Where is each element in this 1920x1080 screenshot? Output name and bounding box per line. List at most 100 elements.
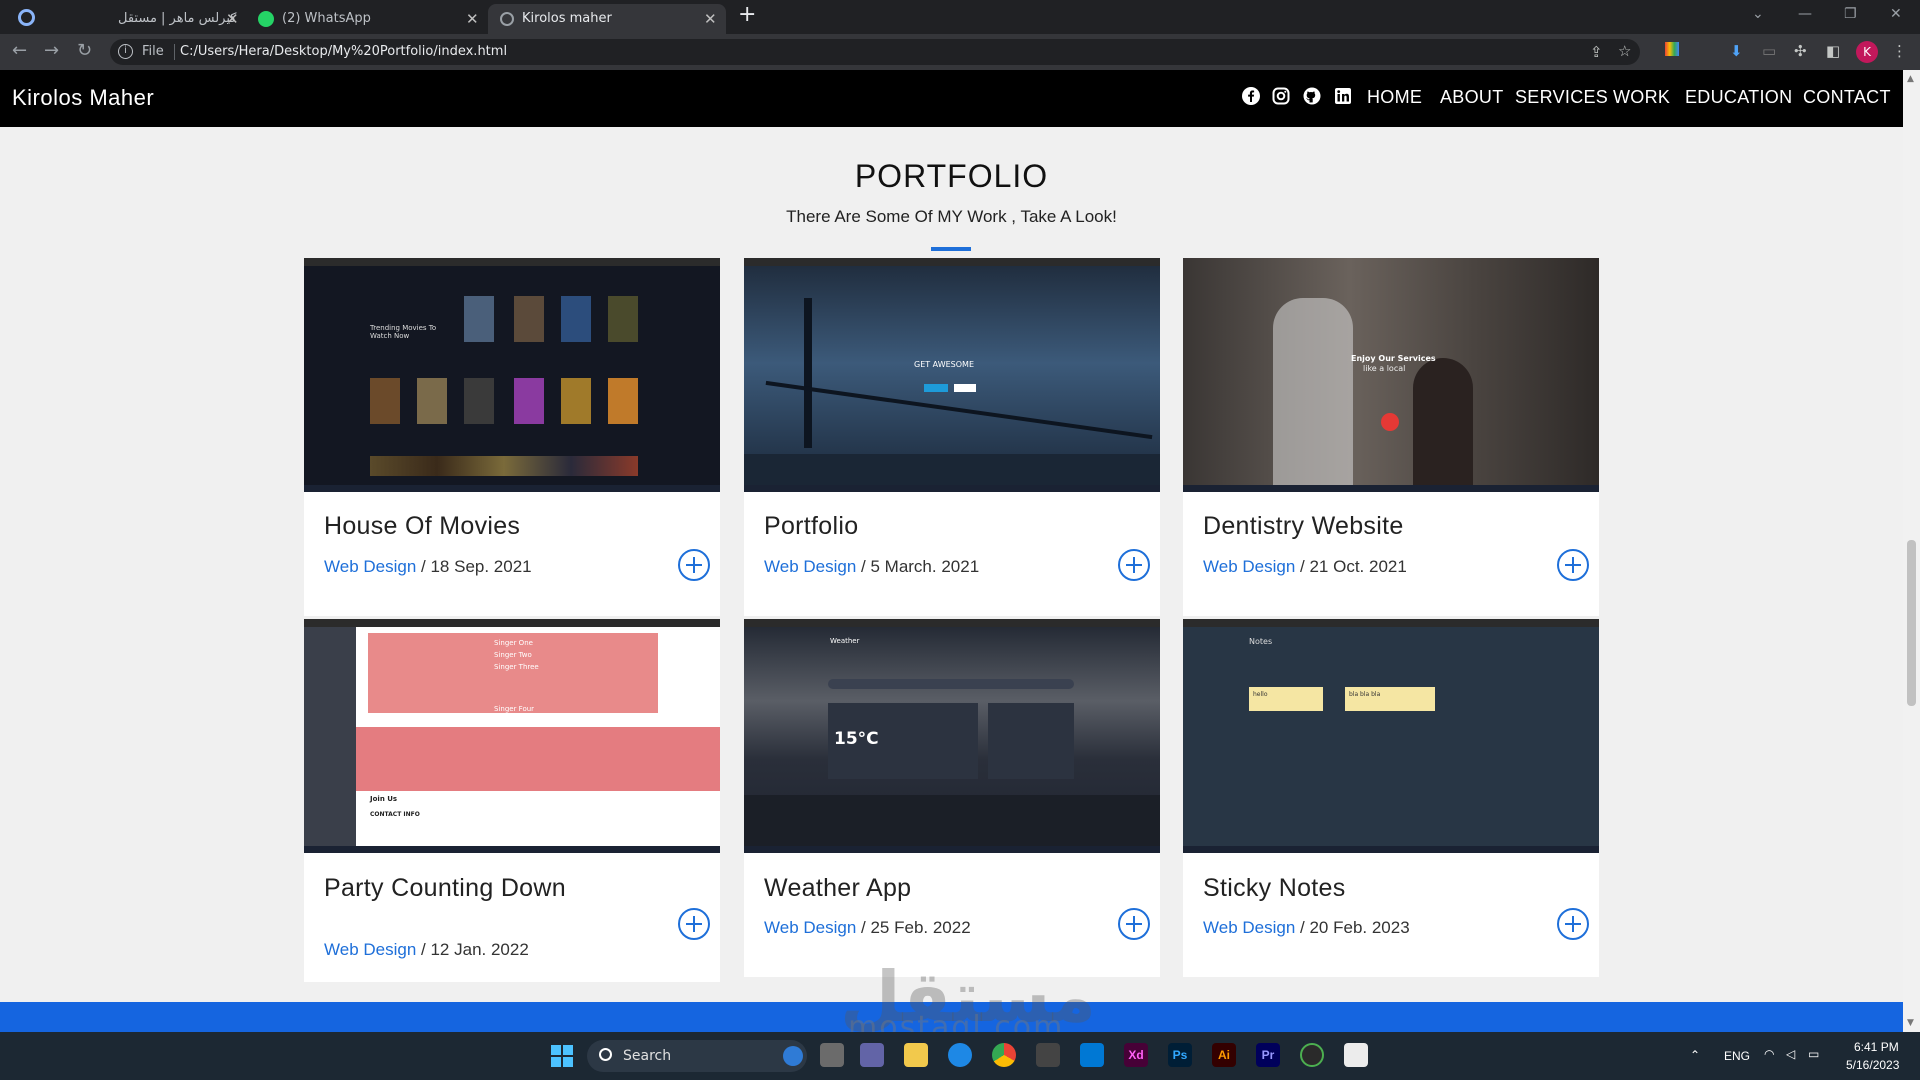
close-icon[interactable]: ✕ [704,4,717,34]
back-icon[interactable]: ← [12,40,27,61]
nav-home[interactable]: HOME [1367,87,1422,108]
card-date: / 18 Sep. 2021 [421,557,532,576]
project-thumbnail[interactable]: Singer One Singer Two Singer Three Singe… [304,619,720,853]
windows-start-icon[interactable] [551,1045,573,1067]
portfolio-card-party[interactable]: Singer One Singer Two Singer Three Singe… [304,619,720,982]
file-explorer-icon[interactable] [904,1043,928,1067]
card-title[interactable]: Sticky Notes [1203,874,1346,902]
premiere-icon[interactable]: Pr [1256,1043,1280,1067]
card-title[interactable]: Dentistry Website [1203,512,1404,540]
close-icon[interactable]: ✕ [226,4,239,34]
restore-icon[interactable]: ❐ [1844,6,1857,22]
page-scrollbar[interactable]: ▲ ▼ [1903,70,1920,1032]
project-thumbnail[interactable]: Enjoy Our Services like a local [1183,258,1599,492]
project-thumbnail[interactable]: Notes hello bla bla bla [1183,619,1599,853]
share-icon[interactable]: ⇪ [1590,43,1603,61]
scroll-up-icon[interactable]: ▲ [1907,74,1914,84]
card-title[interactable]: Weather App [764,874,911,902]
minimize-icon[interactable]: — [1798,6,1812,22]
star-icon[interactable]: ☆ [1618,42,1631,60]
url-text[interactable]: C:/Users/Hera/Desktop/My%20Portfolio/ind… [180,44,507,59]
info-icon[interactable]: i [118,44,133,59]
plus-circle-icon[interactable] [1557,549,1589,581]
address-bar[interactable]: i File C:/Users/Hera/Desktop/My%20Portfo… [110,39,1640,65]
forward-icon[interactable]: → [44,40,59,61]
tab-whatsapp[interactable]: (2) WhatsApp ✕ [258,4,480,34]
volume-icon[interactable]: ◁ [1786,1047,1795,1061]
close-window-icon[interactable]: ✕ [1890,6,1902,22]
category-link[interactable]: Web Design [764,557,856,576]
sticky-note-text: hello [1253,691,1268,698]
facebook-icon[interactable] [1242,87,1260,105]
portfolio-card-dentistry[interactable]: Enjoy Our Services like a local Dentistr… [1183,258,1599,616]
close-icon[interactable]: ✕ [466,4,479,34]
instagram-icon[interactable] [1272,87,1290,105]
category-link[interactable]: Web Design [764,918,856,937]
plus-circle-icon[interactable] [1118,908,1150,940]
tab-kirolos[interactable]: Kirolos maher ✕ [488,4,726,34]
store-icon[interactable] [1036,1043,1060,1067]
card-title[interactable]: House Of Movies [324,512,520,540]
battery-icon[interactable]: ▭ [1808,1047,1819,1061]
teams-icon[interactable] [860,1043,884,1067]
menu-dots-icon[interactable]: ⋮ [1892,42,1907,60]
project-thumbnail[interactable]: Weather 15°C [744,619,1160,853]
card-title[interactable]: Portfolio [764,512,858,540]
photoshop-icon[interactable]: Ps [1168,1043,1192,1067]
xd-icon[interactable]: Xd [1124,1043,1148,1067]
vscode-icon[interactable] [1080,1043,1104,1067]
nav-services[interactable]: SERVICES [1515,87,1608,108]
extension-icon[interactable] [1665,42,1679,56]
nav-work[interactable]: WORK [1613,87,1670,108]
nav-education[interactable]: EDUCATION [1685,87,1792,108]
download-icon[interactable]: ⬇ [1730,42,1743,60]
portfolio-card-notes[interactable]: Notes hello bla bla bla Sticky Notes Web… [1183,619,1599,977]
plus-circle-icon[interactable] [1118,549,1150,581]
chevron-down-icon[interactable]: ⌄ [1752,6,1764,22]
sidepanel-icon[interactable]: ◧ [1826,42,1840,60]
clock-date[interactable]: 5/16/2023 [1846,1058,1899,1072]
plus-circle-icon[interactable] [678,908,710,940]
reload-icon[interactable]: ↻ [77,40,92,61]
github-icon[interactable] [1303,87,1321,105]
edge-icon[interactable] [948,1043,972,1067]
nav-contact[interactable]: CONTACT [1803,87,1891,108]
scroll-thumb[interactable] [1907,540,1916,706]
linkedin-icon[interactable] [1334,87,1352,105]
task-view-icon[interactable] [820,1043,844,1067]
plus-circle-icon[interactable] [1557,908,1589,940]
taskbar-search[interactable]: Search [587,1040,807,1072]
plus-circle-icon[interactable] [678,549,710,581]
project-thumbnail[interactable]: GET AWESOME [744,258,1160,492]
category-link[interactable]: Web Design [324,557,416,576]
tab-mostaql[interactable]: كيرلس ماهر | مستقل ✕ [118,4,240,34]
project-thumbnail[interactable]: Trending Movies To Watch Now [304,258,720,492]
language-indicator[interactable]: ENG [1724,1049,1750,1063]
puzzle-icon[interactable]: ✣ [1794,42,1807,60]
new-tab-button[interactable]: + [738,2,756,27]
bridge-tower [804,298,812,448]
site-brand[interactable]: Kirolos Maher [12,85,154,111]
movie-poster [514,378,544,424]
illustrator-icon[interactable]: Ai [1212,1043,1236,1067]
nav-about[interactable]: ABOUT [1440,87,1504,108]
portfolio-card-movies[interactable]: Trending Movies To Watch Now House Of Mo… [304,258,720,616]
portfolio-card-portfolio[interactable]: GET AWESOME Portfolio Web Design / 5 Mar… [744,258,1160,616]
card-title[interactable]: Party Counting Down [324,874,584,902]
clock-time[interactable]: 6:41 PM [1854,1040,1899,1054]
movie-poster [370,378,400,424]
scroll-down-icon[interactable]: ▼ [1907,1018,1914,1028]
wifi-icon[interactable]: ◠ [1764,1047,1774,1061]
cast-icon[interactable]: ▭ [1762,42,1776,60]
category-link[interactable]: Web Design [1203,557,1295,576]
chrome-taskbar-icon[interactable] [992,1043,1016,1067]
bing-icon[interactable] [783,1046,803,1066]
snipping-tool-icon[interactable] [1344,1043,1368,1067]
chevron-up-icon[interactable]: ⌃ [1690,1048,1700,1062]
obs-icon[interactable] [1300,1043,1324,1067]
category-link[interactable]: Web Design [324,940,416,959]
page-viewport: Kirolos Maher HOME ABOUT SERVICES WORK E… [0,70,1903,1032]
portfolio-card-weather[interactable]: Weather 15°C Weather App Web Design / 25… [744,619,1160,977]
category-link[interactable]: Web Design [1203,918,1295,937]
profile-avatar[interactable]: K [1856,41,1878,63]
